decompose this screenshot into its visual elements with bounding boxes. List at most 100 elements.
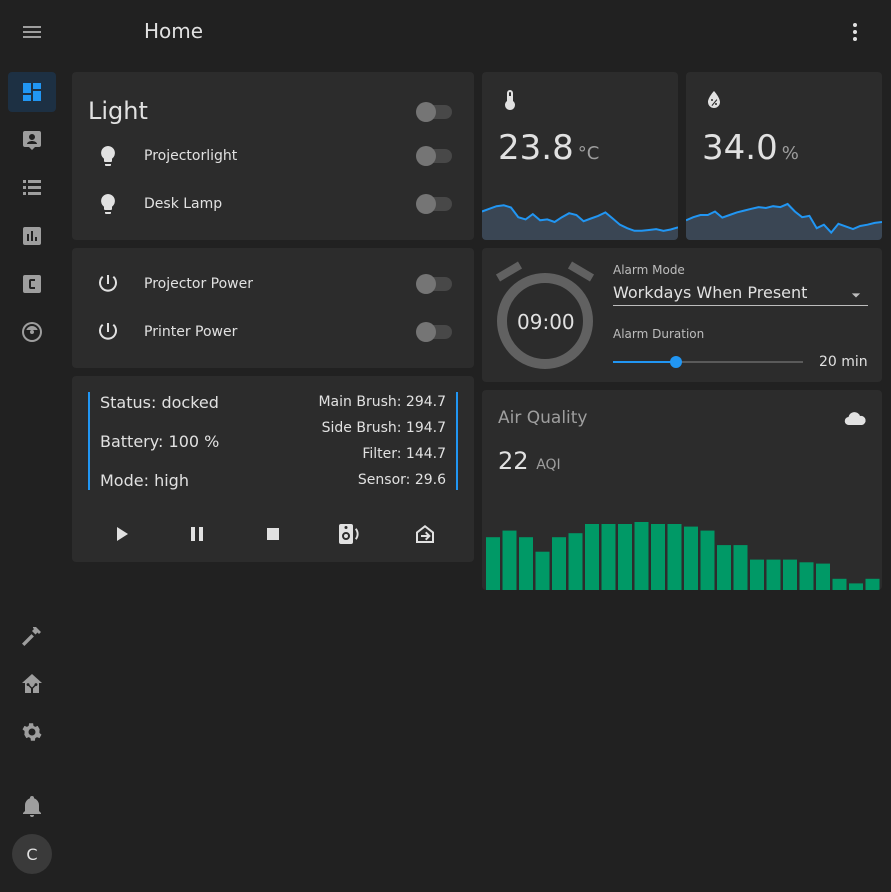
dots-vertical-icon [853,23,857,41]
light-card-title: Light [88,97,148,125]
humidity-card: 34.0% [686,72,882,240]
aqi-bar[interactable] [535,551,550,590]
temperature-number: 23.8 [498,128,574,168]
vacuum-mode: Mode: high [100,471,189,490]
sidebar-item-notifications[interactable] [8,786,56,826]
sidebar-item-history[interactable] [8,216,56,256]
aqi-bar[interactable] [519,537,533,590]
aqi-bar[interactable] [865,578,880,590]
air-quality-title: Air Quality [498,408,588,428]
sidebar-item-supervisor[interactable] [8,664,56,704]
vacuum-return-home-button[interactable] [413,522,437,546]
bell-icon [23,796,41,817]
aqi-bar[interactable] [783,559,797,590]
sidebar-item-map[interactable] [8,120,56,160]
aqi-bar[interactable] [651,524,665,590]
vacuum-locate-button[interactable] [337,522,361,546]
temperature-sparkline [482,204,678,240]
sidebar-item-overview[interactable] [8,72,56,112]
home-assistant-icon [22,674,42,693]
aqi-bar[interactable] [552,537,566,590]
stop-icon [267,528,279,540]
alarm-card: 09:00 Alarm Mode Workdays When Present A… [482,248,882,382]
humidity-value: 34.0% [702,128,799,168]
aqi-bar[interactable] [832,578,847,590]
account-box-icon [23,131,41,150]
aqi-bar[interactable] [799,562,814,590]
aqi-bar[interactable] [634,522,649,590]
printer-power-label: Printer Power [144,324,238,340]
aqi-bar[interactable] [585,524,599,590]
vacuum-main-brush: Main Brush: 294.7 [318,394,446,410]
aqi-bar[interactable] [486,537,500,590]
projector-power-toggle[interactable] [416,274,452,294]
thermometer-icon [498,88,522,112]
desk-lamp-toggle[interactable] [416,194,452,214]
light-group-toggle[interactable] [416,102,452,122]
aqi-bar[interactable] [601,524,616,590]
aqi-bar[interactable] [700,530,715,590]
dashboard-icon [23,83,41,101]
vacuum-card: Status: docked Battery: 100 % Mode: high… [72,376,474,562]
aqi-bar[interactable] [766,559,781,590]
sidebar-item-developer-tools[interactable] [8,616,56,656]
lightbulb-icon [96,192,120,216]
alarm-mode-label: Alarm Mode [613,263,685,277]
aqi-bar[interactable] [717,545,731,590]
aqi-bar[interactable] [568,533,583,590]
water-percent-icon [702,88,726,112]
temperature-sparkline-area [482,205,678,240]
aqi-number: 22 [498,447,529,475]
sidebar-item-settings[interactable] [8,712,56,752]
aqi-bar[interactable] [733,545,748,590]
air-quality-card: Air Quality 22 AQI [482,390,882,590]
vacuum-status: Status: docked [100,393,219,412]
alarm-mode-value[interactable]: Workdays When Present [613,283,807,302]
vacuum-play-button[interactable] [109,522,133,546]
slider-thumb[interactable] [669,356,682,368]
alarm-duration-value: 20 min [819,354,868,370]
aqi-bar[interactable] [667,524,682,590]
cog-icon [22,723,42,741]
vacuum-stop-button[interactable] [261,522,285,546]
temperature-value: 23.8 °C [498,128,599,168]
air-quality-value: 22 AQI [498,447,561,475]
vacuum-filter: Filter: 144.7 [362,446,446,462]
sidebar-item-hacs[interactable] [8,264,56,304]
alarm-duration-slider[interactable] [613,352,803,372]
temperature-card: 23.8 °C [482,72,678,240]
format-list-icon [23,180,41,195]
sidebar-item-robot[interactable] [8,312,56,352]
page-title: Home [144,19,204,43]
vacuum-pause-button[interactable] [185,522,209,546]
vacuum-right-divider [456,392,458,490]
menu-icon [23,26,41,38]
humidity-unit: % [781,143,799,164]
menu-button[interactable] [8,12,56,52]
aqi-bar[interactable] [750,559,764,590]
alarm-time[interactable]: 09:00 [517,310,575,334]
aqi-bar[interactable] [849,583,863,590]
air-quality-bar-chart [486,522,880,590]
sidebar-item-logbook[interactable] [8,168,56,208]
humidity-sparkline-area [686,204,882,240]
printer-power-toggle[interactable] [416,322,452,342]
vacuum-sensor: Sensor: 29.6 [357,472,446,488]
robot-vacuum-icon [22,322,42,342]
aqi-bar[interactable] [618,524,632,590]
alarm-mode-underline [613,305,868,306]
aqi-bar[interactable] [816,563,830,590]
projectorlight-label: Projectorlight [144,148,238,164]
vacuum-side-brush: Side Brush: 194.7 [321,420,446,436]
slider-fill [613,361,676,363]
aqi-bar[interactable] [684,526,698,590]
more-options-button[interactable] [843,20,867,44]
temperature-unit: °C [577,143,600,164]
projector-power-label: Projector Power [144,276,253,292]
desk-lamp-label: Desk Lamp [144,196,223,212]
avatar[interactable]: C [12,834,52,874]
projectorlight-toggle[interactable] [416,146,452,166]
aqi-bar[interactable] [502,530,517,590]
humidity-sparkline [686,202,882,240]
chevron-down-icon[interactable] [846,285,866,305]
